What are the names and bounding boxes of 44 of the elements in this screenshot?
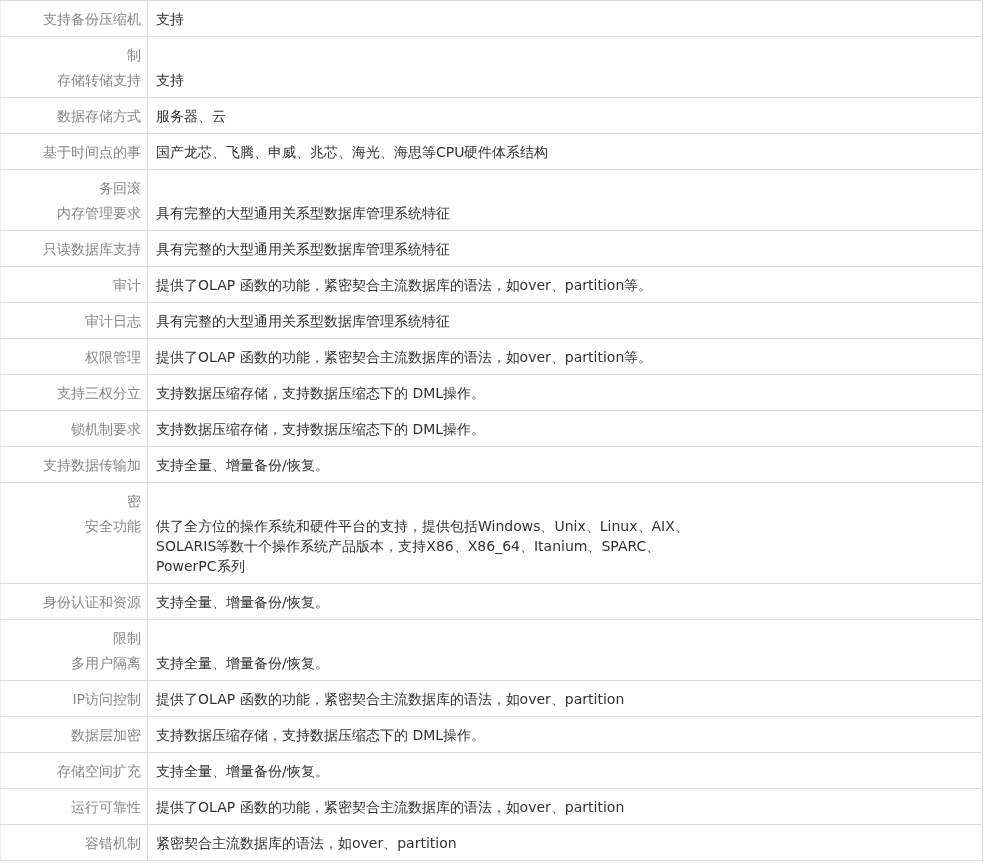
row-value: 支持全量、增量备份/恢复。 [156, 456, 330, 475]
row-value: 支持全量、增量备份/恢复。 [156, 762, 330, 781]
row-label: 数据层加密 [70, 726, 141, 745]
row-label: 存储转储支持 [56, 71, 141, 90]
row-value: 具有完整的大型通用关系型数据库管理系统特征 [156, 240, 451, 259]
row-value: 支持 [156, 71, 185, 90]
row-value: 支持数据压缩存储，支持数据压缩态下的 DML操作。 [156, 384, 487, 403]
row-value: 支持全量、增量备份/恢复。 [156, 654, 330, 673]
row-label: 支持数据传输加 [42, 456, 141, 475]
row-label: 审计 [112, 276, 141, 295]
row-value: 紧密契合主流数据库的语法，如over、partition [156, 834, 458, 853]
row-label: 限制 [112, 629, 141, 648]
row-label: 只读数据库支持 [42, 240, 141, 259]
row-label: 基于时间点的事 [42, 143, 141, 162]
row-label: 锁机制要求 [70, 420, 141, 439]
row-value: 服务器、云 [156, 107, 227, 126]
row-label: 身份认证和资源 [42, 593, 141, 612]
row-value: 支持数据压缩存储，支持数据压缩态下的 DML操作。 [156, 420, 487, 439]
row-label: 数据存储方式 [56, 107, 141, 126]
row-value: 提供了OLAP 函数的功能，紧密契合主流数据库的语法，如over、partition等。 [156, 276, 654, 295]
row-label: 权限管理 [84, 348, 141, 367]
row-label: 务回滚 [98, 179, 141, 198]
row-value: 具有完整的大型通用关系型数据库管理系统特征 [156, 312, 451, 331]
row-value: 供了全方位的操作系统和硬件平台的支持，提供包括Windows、Unix、Linux、AIX、 SOLARIS等数十个操作系统产品版本，支持X86、X86_64、Itanium、SPARC、 PowerPC系列 [156, 517, 690, 576]
row-value: 提供了OLAP 函数的功能，紧密契合主流数据库的语法，如over、partition [156, 798, 626, 817]
row-label: 多用户隔离 [70, 654, 141, 673]
row-label: IP访问控制 [71, 690, 141, 709]
row-value: 支持 [156, 10, 185, 29]
row-label: 制 [126, 46, 141, 65]
row-label: 支持三权分立 [56, 384, 141, 403]
row-label: 容错机制 [84, 834, 141, 853]
row-value: 支持全量、增量备份/恢复。 [156, 593, 330, 612]
row-value: 具有完整的大型通用关系型数据库管理系统特征 [156, 204, 451, 223]
row-label: 安全功能 [84, 517, 141, 536]
row-label: 支持备份压缩机 [42, 10, 141, 29]
row-value: 国产龙芯、飞腾、申威、兆芯、海光、海思等CPU硬件体系结构 [156, 143, 550, 162]
row-value: 提供了OLAP 函数的功能，紧密契合主流数据库的语法，如over、partition [156, 690, 626, 709]
row-label: 内存管理要求 [56, 204, 141, 223]
row-value: 提供了OLAP 函数的功能，紧密契合主流数据库的语法，如over、partition等。 [156, 348, 654, 367]
row-label: 存储空间扩充 [56, 762, 141, 781]
row-value: 支持数据压缩存储，支持数据压缩态下的 DML操作。 [156, 726, 487, 745]
row-label: 运行可靠性 [70, 798, 141, 817]
row-label: 审计日志 [84, 312, 141, 331]
row-label: 密 [126, 492, 141, 511]
